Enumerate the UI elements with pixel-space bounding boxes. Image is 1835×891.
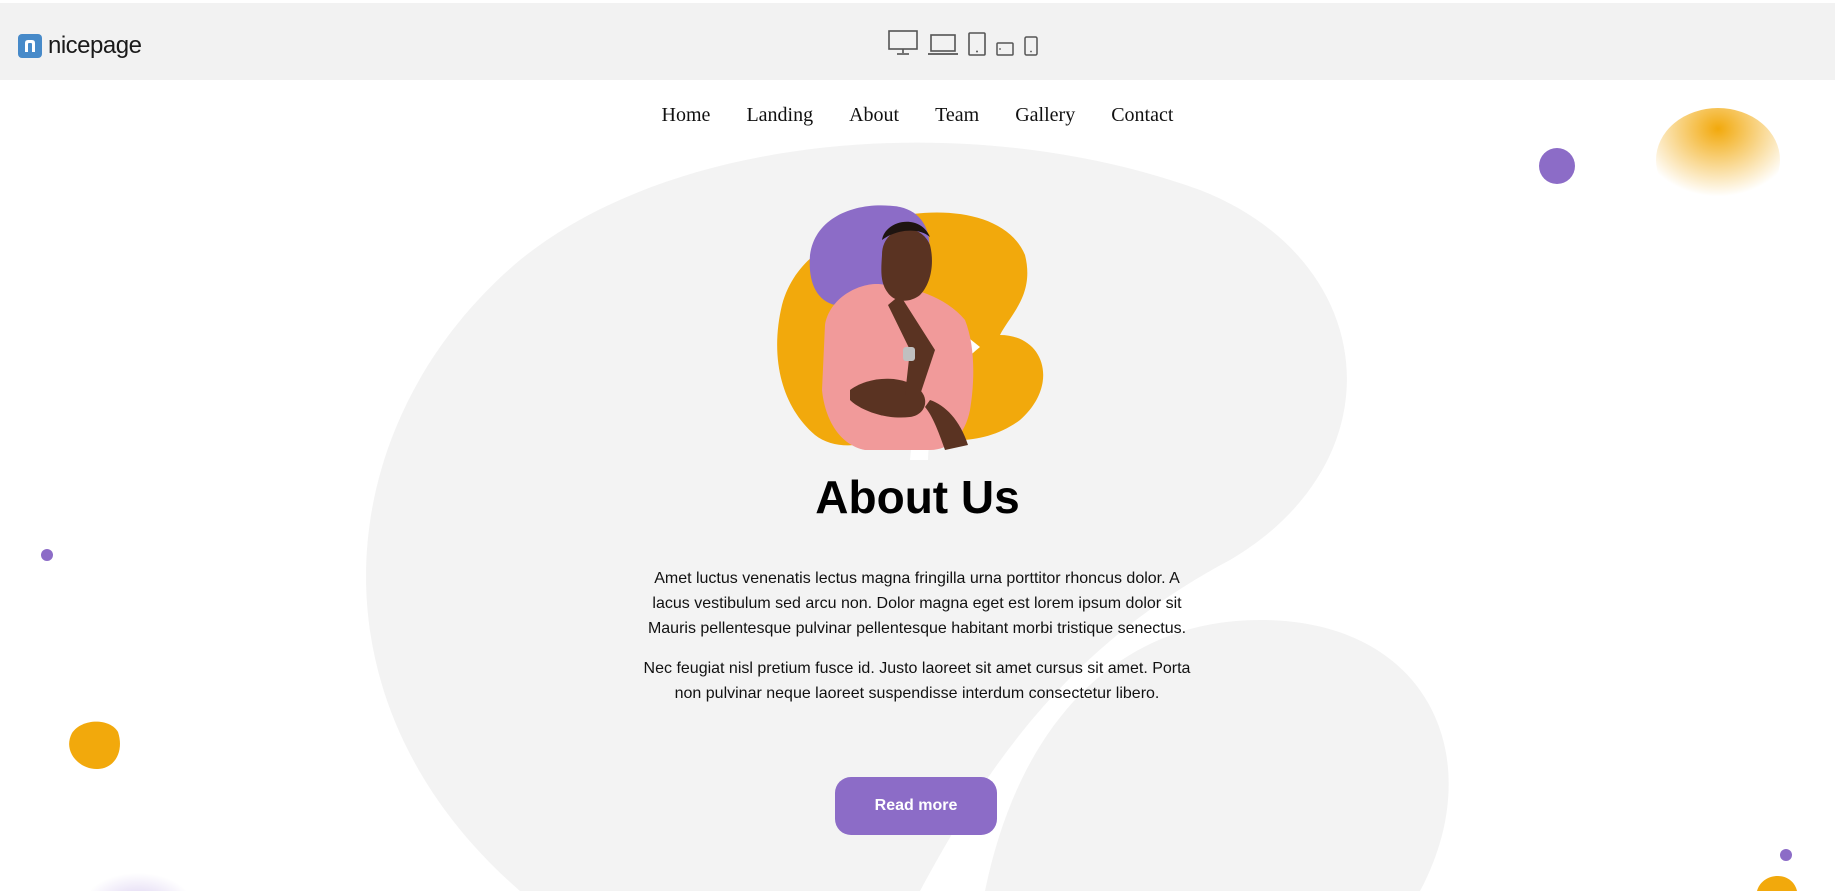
editor-toolbar: nicepage <box>0 3 1835 80</box>
logo-text: nicepage <box>48 32 142 59</box>
nav-contact[interactable]: Contact <box>1093 100 1191 131</box>
nav-home[interactable]: Home <box>644 100 729 131</box>
nicepage-logo-icon <box>18 34 42 58</box>
device-preview-switcher <box>888 30 1038 61</box>
phone-icon[interactable] <box>1024 36 1038 61</box>
laptop-icon[interactable] <box>928 34 958 61</box>
page-title: About Us <box>815 471 1020 523</box>
read-more-button[interactable]: Read more <box>835 777 997 835</box>
about-section: About Us Amet luctus venenatis lectus ma… <box>0 0 1835 891</box>
nav-landing[interactable]: Landing <box>728 100 831 131</box>
nav-gallery[interactable]: Gallery <box>997 100 1093 131</box>
nav-about[interactable]: About <box>831 100 917 131</box>
nav-team[interactable]: Team <box>917 100 997 131</box>
desktop-icon[interactable] <box>888 30 918 61</box>
main-navigation: Home Landing About Team Gallery Contact <box>0 100 1835 131</box>
tablet-icon[interactable] <box>968 32 986 61</box>
nicepage-logo[interactable]: nicepage <box>18 32 142 60</box>
about-paragraph-2: Nec feugiat nisl pretium fusce id. Justo… <box>643 660 1191 702</box>
tablet-landscape-icon[interactable] <box>996 42 1014 61</box>
about-paragraph-1: Amet luctus venenatis lectus magna fring… <box>647 570 1187 637</box>
portrait-image <box>777 205 1044 460</box>
